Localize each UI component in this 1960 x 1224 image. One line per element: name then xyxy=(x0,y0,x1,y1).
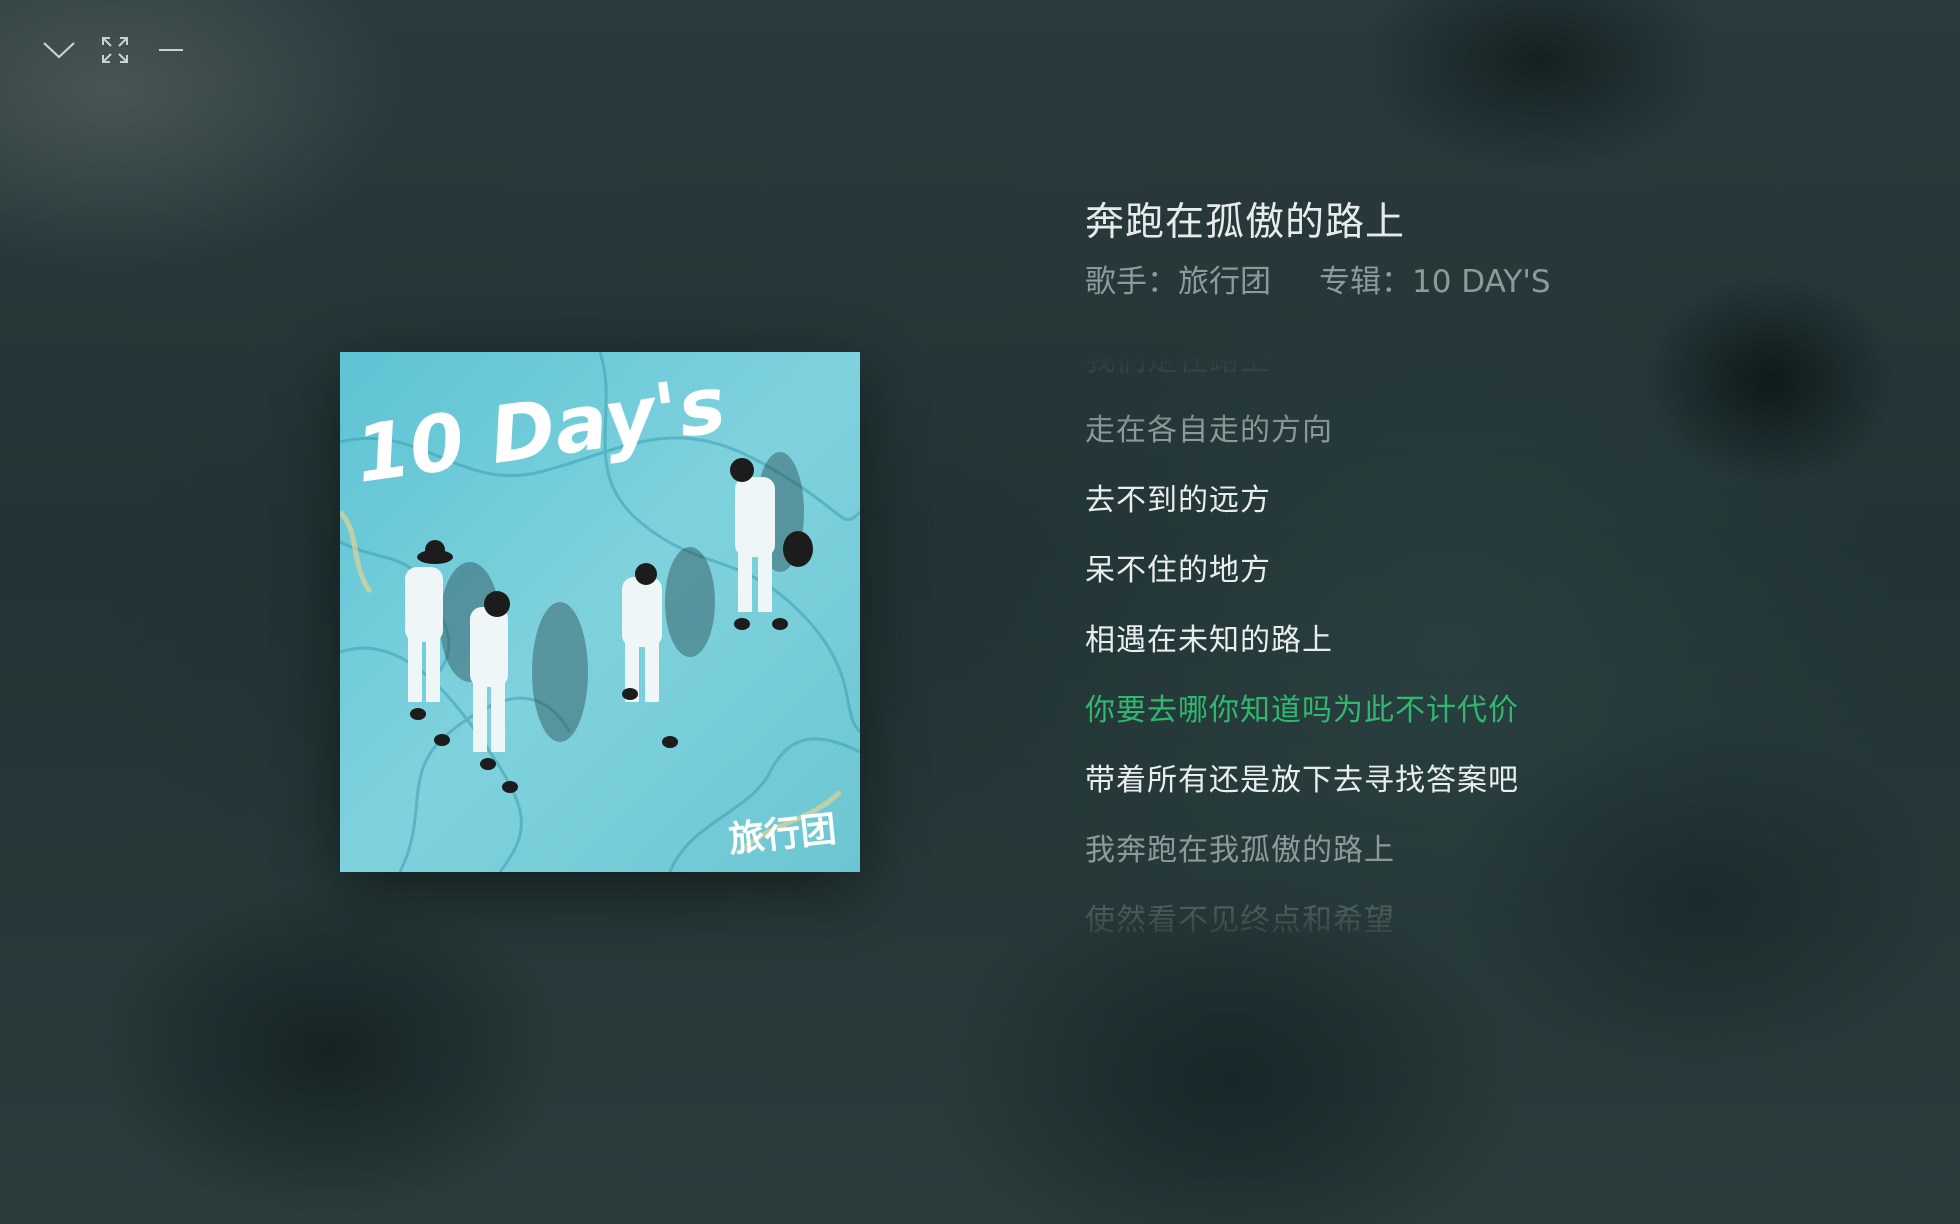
minimize-icon xyxy=(159,49,183,51)
lyrics-panel[interactable]: 我们走在路上 走在各自走的方向 去不到的远方 呆不住的地方 相遇在未知的路上 你要去哪你知… xyxy=(1085,356,1905,954)
collapse-button[interactable] xyxy=(40,34,78,66)
album-cover: 10 Day's 旅行团 xyxy=(340,352,860,872)
lyric-line[interactable]: 相遇在未知的路上 xyxy=(1085,606,1519,676)
lyric-line[interactable]: 使然看不见终点和希望 xyxy=(1085,886,1519,954)
song-title: 奔跑在孤傲的路上 xyxy=(1085,200,1406,245)
lyric-line[interactable]: 带着所有还是放下去寻找答案吧 xyxy=(1085,746,1519,816)
song-meta: 歌手：旅行团 专辑：10 DAY'S xyxy=(1085,257,1905,307)
window-controls xyxy=(40,34,190,66)
album-link[interactable]: 专辑：10 DAY'S xyxy=(1319,257,1551,307)
minimize-button[interactable] xyxy=(152,34,190,66)
artist-link[interactable]: 歌手：旅行团 xyxy=(1085,257,1271,307)
fullscreen-button[interactable] xyxy=(96,34,134,66)
lyric-line[interactable]: 我奔跑在我孤傲的路上 xyxy=(1085,816,1519,886)
lyric-line[interactable]: 去不到的远方 xyxy=(1085,466,1519,536)
lyric-line-current[interactable]: 你要去哪你知道吗为此不计代价 xyxy=(1085,676,1519,746)
lyrics-list: 我们走在路上 走在各自走的方向 去不到的远方 呆不住的地方 相遇在未知的路上 你要去哪你知… xyxy=(1085,356,1519,954)
lyric-line[interactable]: 我们走在路上 xyxy=(1085,356,1519,396)
lyric-line[interactable]: 走在各自走的方向 xyxy=(1085,396,1519,466)
song-info: 奔跑在孤傲的路上 歌手：旅行团 专辑：10 DAY'S xyxy=(1085,195,1905,307)
fullscreen-icon xyxy=(102,37,128,63)
lyric-line[interactable]: 呆不住的地方 xyxy=(1085,536,1519,606)
chevron-down-icon xyxy=(43,42,75,59)
